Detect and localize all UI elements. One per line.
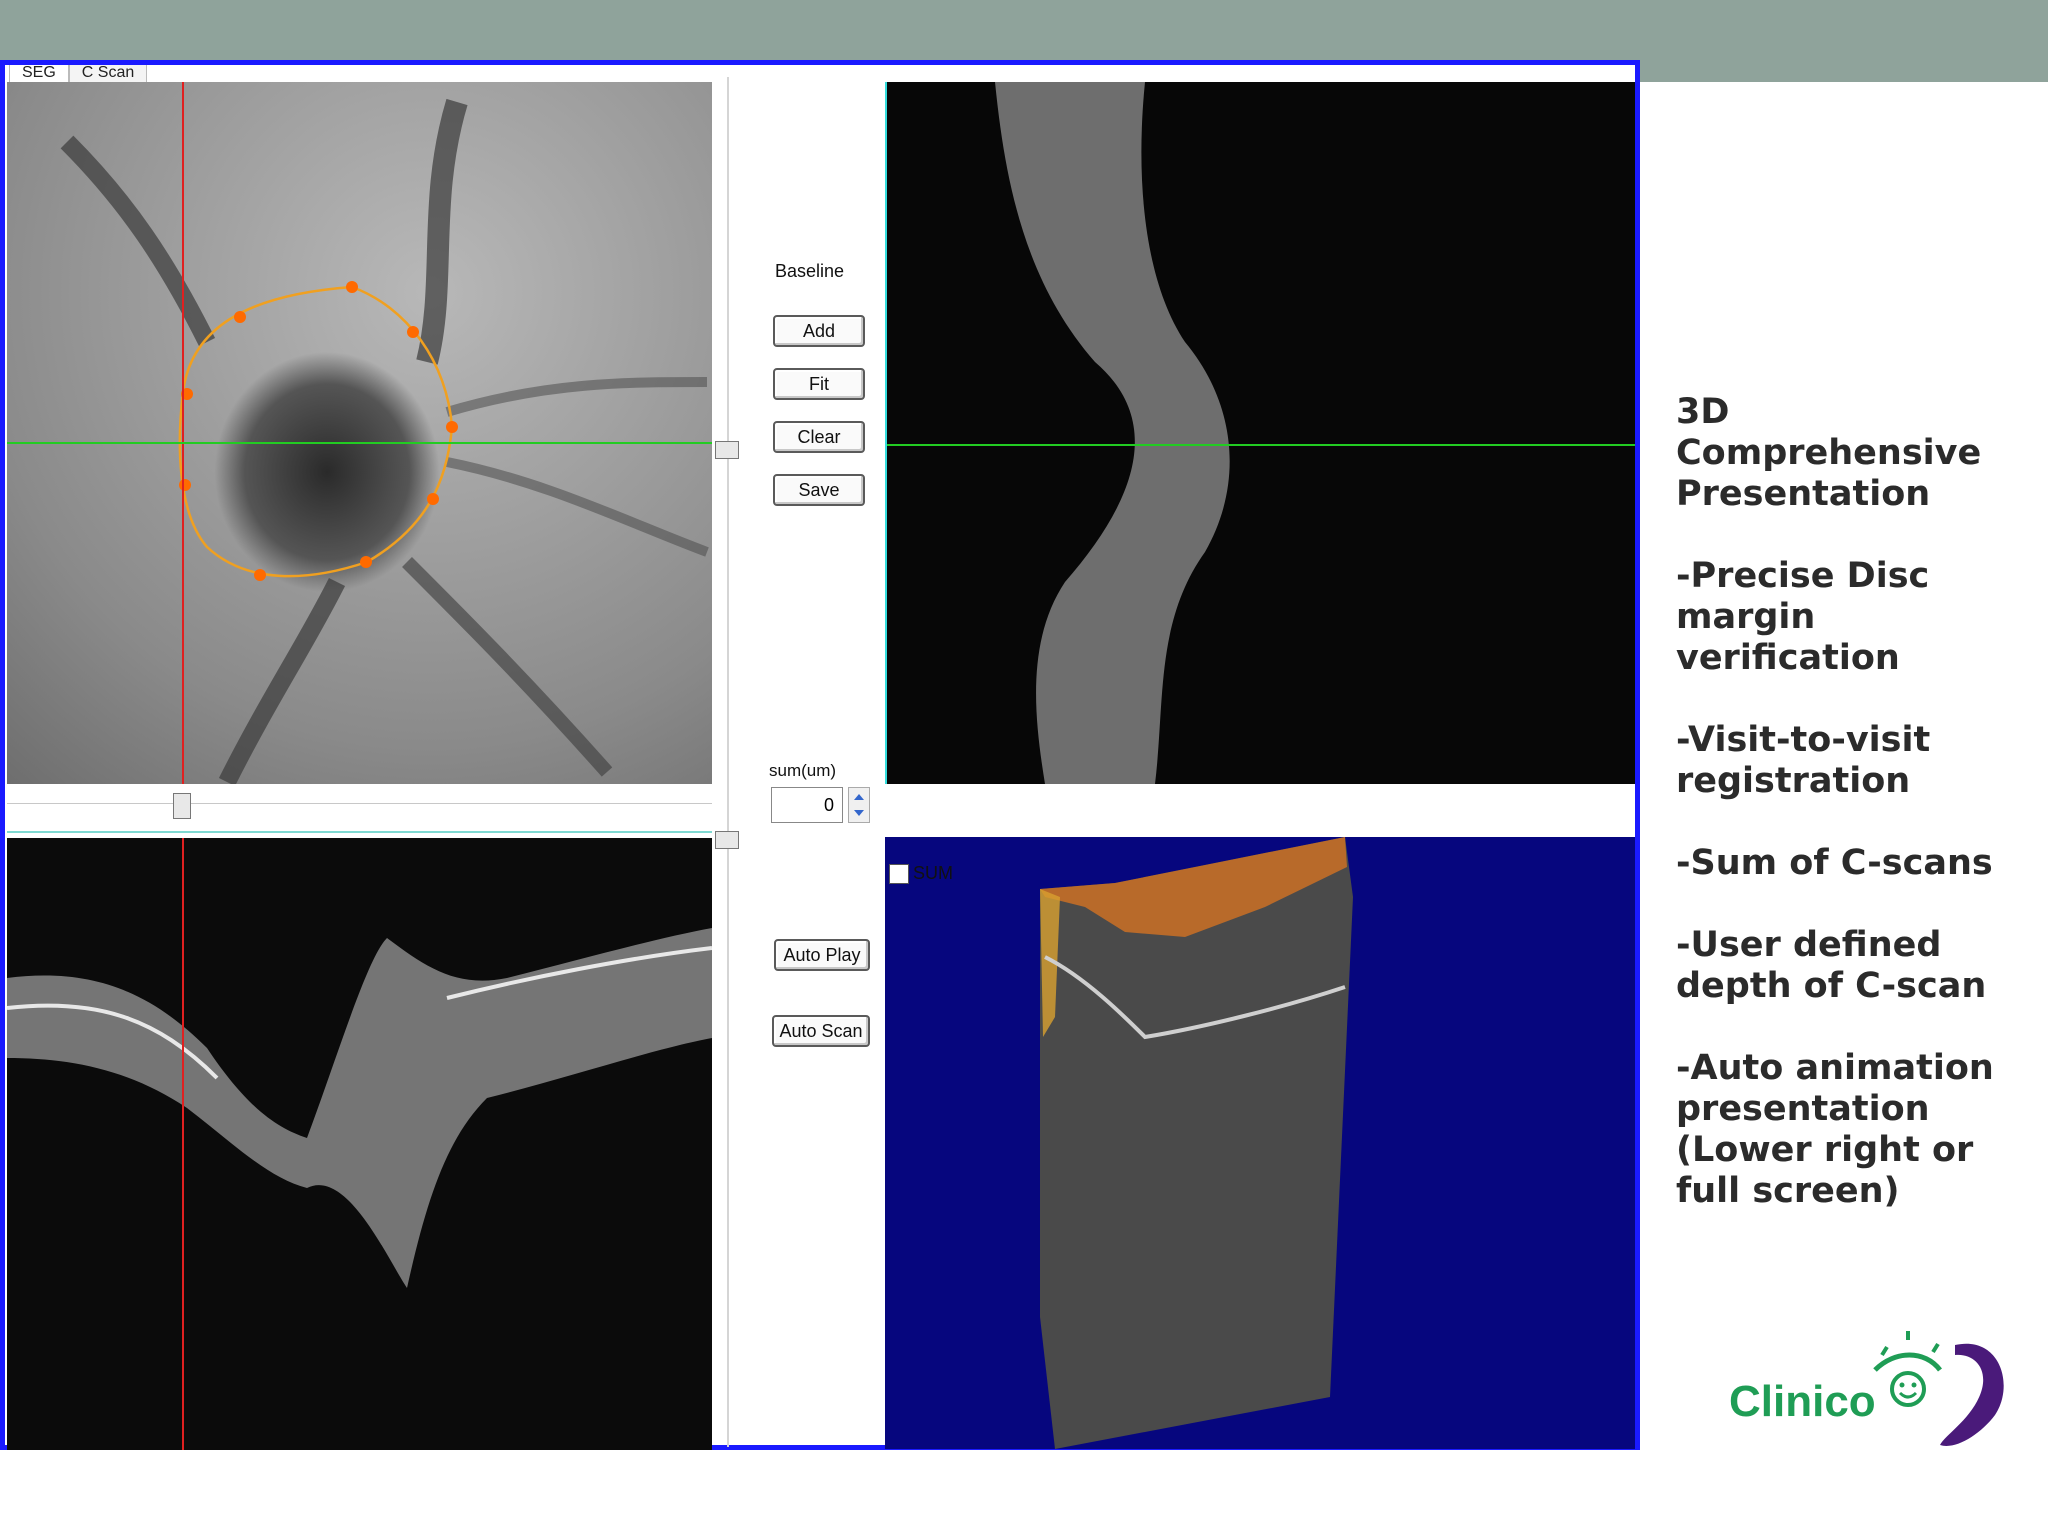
save-button[interactable]: Save xyxy=(773,474,865,506)
slice-position-handle-icon[interactable] xyxy=(715,441,739,459)
fundus-image-panel[interactable] xyxy=(7,82,712,784)
feature-item: -User defined depth of C-scan xyxy=(1676,925,1987,1006)
vertical-bscan-panel[interactable] xyxy=(885,82,1635,784)
bscan-overlay xyxy=(7,838,712,1450)
slider-track xyxy=(7,803,712,804)
sum-um-label: sum(um) xyxy=(769,761,837,780)
oct-viewer-window: SEG C Scan Baseline Add Fit Clear Save s… xyxy=(0,60,1640,1450)
horizontal-bscan-panel[interactable] xyxy=(7,838,712,1450)
spin-up-icon[interactable] xyxy=(854,794,864,800)
baseline-label: Baseline xyxy=(775,261,845,281)
sum-stepper[interactable] xyxy=(848,787,870,823)
clinico-logo: Clinico xyxy=(1725,1325,2010,1460)
sum-checkbox[interactable] xyxy=(889,863,909,884)
feature-item: -Auto animation presentation (Lower righ… xyxy=(1676,1048,1994,1211)
clear-button[interactable]: Clear xyxy=(773,421,865,453)
fundus-overlay xyxy=(7,82,712,784)
logo-text: Clinico xyxy=(1729,1377,1876,1426)
feature-item: -Sum of C-scans xyxy=(1676,843,1993,883)
feature-item: -Visit-to-visit registration xyxy=(1676,720,1931,801)
panel-separator xyxy=(727,77,729,1447)
sum-um-input[interactable]: 0 xyxy=(771,787,843,823)
feature-list: 3D Comprehensive Presentation -Precise D… xyxy=(1676,392,2016,1253)
slider-handle-icon[interactable] xyxy=(173,793,191,819)
slice-overlay xyxy=(885,82,1635,784)
feature-item: 3D Comprehensive Presentation xyxy=(1676,392,1982,514)
auto-scan-button[interactable]: Auto Scan xyxy=(772,1015,870,1047)
spin-down-icon[interactable] xyxy=(854,810,864,816)
view-tabs: SEG C Scan xyxy=(9,65,148,84)
sum-checkbox-group[interactable]: SUM xyxy=(889,863,953,884)
panel-divider xyxy=(7,831,712,833)
auto-play-button[interactable]: Auto Play xyxy=(774,939,870,971)
add-button[interactable]: Add xyxy=(773,315,865,347)
sum-checkbox-label: SUM xyxy=(913,863,953,883)
depth-handle-icon[interactable] xyxy=(715,831,739,849)
fit-button[interactable]: Fit xyxy=(773,368,865,400)
feature-item: -Precise Disc margin verification xyxy=(1676,556,1930,678)
volume-render xyxy=(1040,837,1353,1449)
volume-render-panel[interactable] xyxy=(885,837,1635,1449)
